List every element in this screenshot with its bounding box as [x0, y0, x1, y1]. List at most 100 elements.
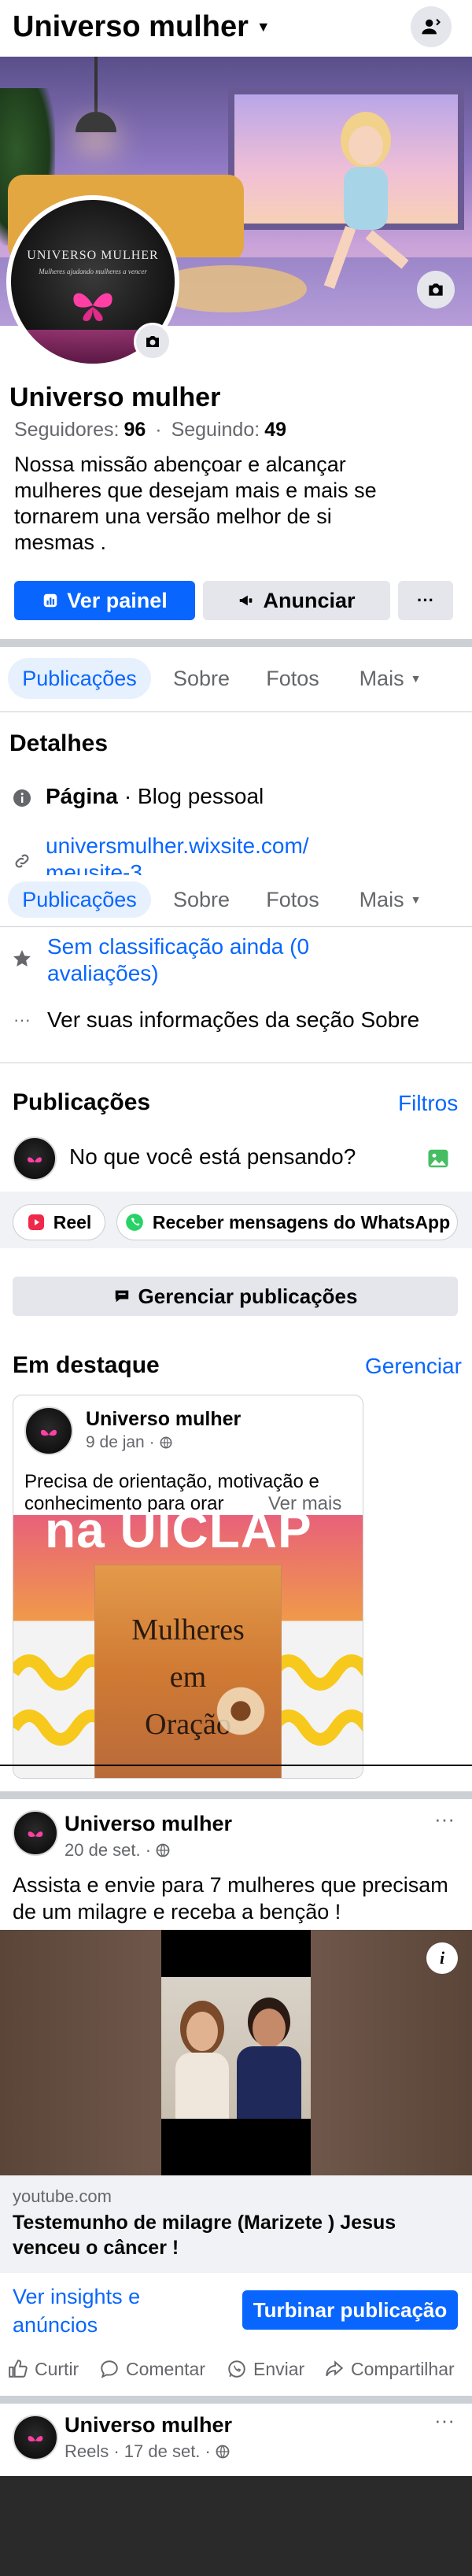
- advertise-label: Anunciar: [263, 588, 356, 612]
- post-text: Assista e envie para 7 mulheres que prec…: [13, 1873, 448, 1924]
- post-avatar[interactable]: [13, 1810, 58, 1856]
- video-thumbnail[interactable]: i: [0, 1930, 472, 2175]
- section-divider: [0, 2396, 472, 2404]
- sticky-tab-mais[interactable]: Mais ▼: [346, 881, 434, 918]
- whatsapp-chip[interactable]: Receber mensagens do WhatsApp: [116, 1204, 458, 1240]
- globe-icon: [156, 1843, 170, 1857]
- featured-manage-link[interactable]: Gerenciar: [365, 1354, 462, 1379]
- featured-card[interactable]: Universo mulher 9 de jan · Precisa de or…: [13, 1395, 363, 1779]
- reel-chip-label: Reel: [53, 1211, 92, 1233]
- link-preview[interactable]: youtube.com Testemunho de milagre (Mariz…: [0, 2175, 472, 2273]
- butterfly-logo-icon: [28, 1831, 43, 1838]
- filters-link[interactable]: Filtros: [398, 1091, 458, 1116]
- post2-meta[interactable]: Reels · 17 de set. ·: [65, 2441, 211, 2462]
- view-dashboard-button[interactable]: Ver painel: [14, 581, 195, 620]
- tab-fotos[interactable]: Fotos: [252, 658, 334, 699]
- more-dots-icon: ···: [417, 590, 434, 610]
- post-author[interactable]: Universo mulher: [65, 1812, 232, 1836]
- butterfly-logo-icon: [41, 1429, 57, 1436]
- rating-link[interactable]: Sem classificação ainda (0 avaliações): [47, 933, 378, 987]
- tabs-bar: Publicações Sobre Fotos Mais ▼: [0, 647, 472, 711]
- share-icon: [326, 2360, 344, 2377]
- cover-camera-icon[interactable]: [417, 271, 455, 309]
- book-cover: Mulheres em Oração: [95, 1565, 281, 1778]
- send-label: Enviar: [253, 2358, 305, 2379]
- featured-author[interactable]: Universo mulher: [86, 1408, 241, 1431]
- post2-meta-row: Reels · 17 de set. ·: [65, 2441, 230, 2462]
- sticky-tab-fotos[interactable]: Fotos: [252, 881, 334, 918]
- more-options-button[interactable]: ···: [398, 581, 453, 620]
- advertise-button[interactable]: Anunciar: [203, 581, 390, 620]
- tab-mais-label: Mais: [359, 666, 404, 690]
- more-dots-icon: ···: [13, 1010, 31, 1029]
- sticky-tab-publicacoes[interactable]: Publicações: [8, 881, 151, 918]
- sticky-tab-sobre[interactable]: Sobre: [162, 881, 241, 918]
- link-title: Testemunho de milagre (Marizete ) Jesus …: [13, 2212, 396, 2259]
- info-circle-icon[interactable]: i: [426, 1942, 458, 1974]
- photo-icon[interactable]: [426, 1148, 450, 1170]
- profile-camera-icon[interactable]: [134, 323, 171, 360]
- page-switcher[interactable]: Universo mulher ▼: [13, 8, 271, 46]
- post-date-row: 20 de set. ·: [65, 1840, 170, 1861]
- section-divider: [0, 1791, 472, 1799]
- tab-mais[interactable]: Mais ▼: [346, 658, 434, 699]
- manage-publications-button[interactable]: Gerenciar publicações: [13, 1277, 458, 1316]
- send-button[interactable]: Enviar: [227, 2353, 304, 2385]
- composer-avatar[interactable]: [13, 1136, 57, 1181]
- link-icon: [11, 850, 33, 872]
- profile-name: Universo mulher: [9, 383, 221, 412]
- about-link[interactable]: Ver suas informações da seção Sobre: [47, 1007, 419, 1033]
- person-switch-icon[interactable]: [411, 6, 452, 47]
- page-type-label: Página: [46, 784, 118, 808]
- follow-stats: Seguidores: 96 · Seguindo: 49: [14, 419, 286, 442]
- cover-avatar-character: [311, 112, 421, 301]
- post2-avatar[interactable]: [13, 2415, 58, 2460]
- page-type-row: Página · Blog pessoal: [46, 784, 264, 809]
- following-count[interactable]: 49: [264, 419, 286, 442]
- featured-image-banner: na UICLAP: [45, 1515, 312, 1558]
- thumbs-up-icon: [9, 2360, 28, 2378]
- reel-video-area[interactable]: [0, 2476, 472, 2576]
- comment-button[interactable]: Comentar: [99, 2353, 205, 2385]
- reel-chip[interactable]: Reel: [13, 1204, 105, 1240]
- featured-see-more[interactable]: Ver mais: [264, 1493, 342, 1515]
- caret-down-icon: ▼: [410, 672, 422, 685]
- whatsapp-outline-icon: [228, 2360, 245, 2378]
- chevron-down-icon: ▼: [256, 18, 271, 35]
- featured-image[interactable]: na UICLAP Mulheres em Oração: [13, 1515, 363, 1778]
- featured-avatar[interactable]: [24, 1406, 73, 1455]
- cover-lamp: [94, 57, 98, 112]
- link-domain: youtube.com: [13, 2186, 112, 2206]
- globe-icon: [160, 1436, 172, 1449]
- featured-date-row: 9 de jan ·: [86, 1433, 172, 1452]
- tab-publicacoes[interactable]: Publicações: [8, 658, 151, 699]
- butterfly-logo-icon: [28, 1157, 42, 1163]
- share-label: Compartilhar: [351, 2358, 455, 2379]
- section-divider: [0, 639, 472, 647]
- like-button[interactable]: Curtir: [8, 2353, 79, 2385]
- caret-down-icon: ▼: [410, 893, 422, 906]
- video-frame: [161, 1930, 311, 2175]
- followers-label: Seguidores:: [14, 419, 120, 441]
- post2-options-icon[interactable]: ···: [434, 2408, 455, 2433]
- star-icon: [11, 948, 33, 970]
- flower-decoration: [213, 1683, 268, 1739]
- boost-button[interactable]: Turbinar publicação: [242, 2290, 458, 2330]
- post-options-icon[interactable]: ···: [434, 1807, 455, 1831]
- profile-bio: Nossa missão abençoar e alcançar mulhere…: [14, 453, 377, 554]
- megaphone-icon: [240, 595, 253, 606]
- following-label: Seguindo:: [171, 419, 260, 441]
- composer-input[interactable]: No que você está pensando?: [69, 1144, 356, 1170]
- share-button[interactable]: Compartilhar: [324, 2353, 455, 2385]
- view-dashboard-label: Ver painel: [67, 588, 168, 612]
- post2-author[interactable]: Universo mulher: [65, 2413, 232, 2437]
- publications-heading: Publicações: [13, 1089, 151, 1115]
- butterfly-logo-icon: [28, 2436, 43, 2442]
- post-date[interactable]: 20 de set. ·: [65, 1840, 151, 1861]
- top-bar: Universo mulher ▼: [0, 0, 472, 57]
- featured-heading: Em destaque: [13, 1352, 160, 1378]
- tab-sobre[interactable]: Sobre: [162, 658, 241, 699]
- insights-link[interactable]: Ver insights e anúncios: [13, 2282, 194, 2339]
- followers-count[interactable]: 96: [124, 419, 146, 442]
- sticky-tabs-bar: Publicações Sobre Fotos Mais ▼: [0, 875, 472, 927]
